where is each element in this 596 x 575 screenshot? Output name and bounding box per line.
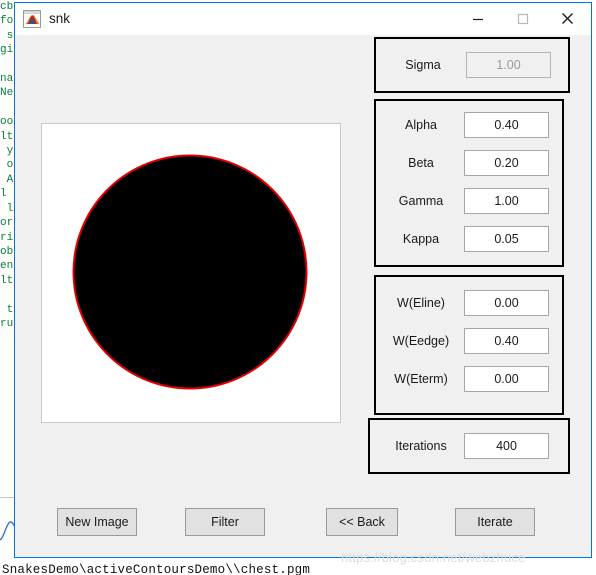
application-window: snk Sigma 1.00 Alpha 0.40 Beta 0.20 Gamm… <box>14 2 592 558</box>
background-code-text: cb fo s gi na Ne oo lt y o A l l or ri o… <box>0 1 14 330</box>
gamma-input[interactable]: 1.00 <box>464 188 549 214</box>
maximize-icon <box>517 13 528 24</box>
close-icon <box>562 13 573 24</box>
background-status-path: SnakesDemo\activeContoursDemo\\chest.pgm <box>2 563 311 575</box>
field-row: Kappa 0.05 <box>378 226 549 252</box>
kappa-label: Kappa <box>402 232 440 246</box>
w-eedge-input[interactable]: 0.40 <box>464 328 549 354</box>
maximize-button[interactable] <box>500 3 545 34</box>
back-button[interactable]: << Back <box>326 508 398 536</box>
minimize-button[interactable] <box>455 3 500 34</box>
snake-contour-image[interactable] <box>41 123 341 423</box>
w-eline-label: W(Eline) <box>397 296 445 310</box>
field-row: Alpha 0.40 <box>378 112 549 138</box>
new-image-button[interactable]: New Image <box>57 508 137 536</box>
close-button[interactable] <box>545 3 590 34</box>
iterations-label: Iterations <box>395 439 447 453</box>
iterations-panel: Iterations 400 <box>368 418 570 474</box>
w-eterm-label: W(Eterm) <box>394 372 448 386</box>
minimize-icon <box>472 18 483 20</box>
field-row: Gamma 1.00 <box>378 188 549 214</box>
beta-label: Beta <box>408 156 434 170</box>
field-row: W(Eterm) 0.00 <box>378 366 549 392</box>
filter-button[interactable]: Filter <box>185 508 265 536</box>
iterate-button[interactable]: Iterate <box>455 508 535 536</box>
field-row: Beta 0.20 <box>378 150 549 176</box>
field-row: Sigma 1.00 <box>380 52 551 78</box>
sigma-label: Sigma <box>405 58 441 72</box>
matlab-membrane-icon <box>23 10 41 28</box>
alpha-input[interactable]: 0.40 <box>464 112 549 138</box>
kappa-input[interactable]: 0.05 <box>464 226 549 252</box>
screen-root: cb fo s gi na Ne oo lt y o A l l or ri o… <box>0 0 596 575</box>
sigma-panel: Sigma 1.00 <box>374 37 570 93</box>
w-eedge-label: W(Eedge) <box>392 334 450 348</box>
field-row: W(Eedge) 0.40 <box>378 328 549 354</box>
window-content: Sigma 1.00 Alpha 0.40 Beta 0.20 Gamma 1.… <box>15 35 591 557</box>
sigma-input[interactable]: 1.00 <box>466 52 551 78</box>
alpha-label: Alpha <box>405 118 437 132</box>
field-row: W(Eline) 0.00 <box>378 290 549 316</box>
beta-input[interactable]: 0.20 <box>464 150 549 176</box>
title-bar: snk <box>15 3 591 36</box>
snake-parameters-panel: Alpha 0.40 Beta 0.20 Gamma 1.00 Kappa 0.… <box>374 99 564 267</box>
iterations-input[interactable]: 400 <box>464 433 549 459</box>
w-eterm-input[interactable]: 0.00 <box>464 366 549 392</box>
w-eline-input[interactable]: 0.00 <box>464 290 549 316</box>
gamma-label: Gamma <box>398 194 444 208</box>
energy-weights-panel: W(Eline) 0.00 W(Eedge) 0.40 W(Eterm) 0.0… <box>374 275 564 415</box>
window-title: snk <box>49 11 71 26</box>
field-row: Iterations 400 <box>378 433 549 459</box>
